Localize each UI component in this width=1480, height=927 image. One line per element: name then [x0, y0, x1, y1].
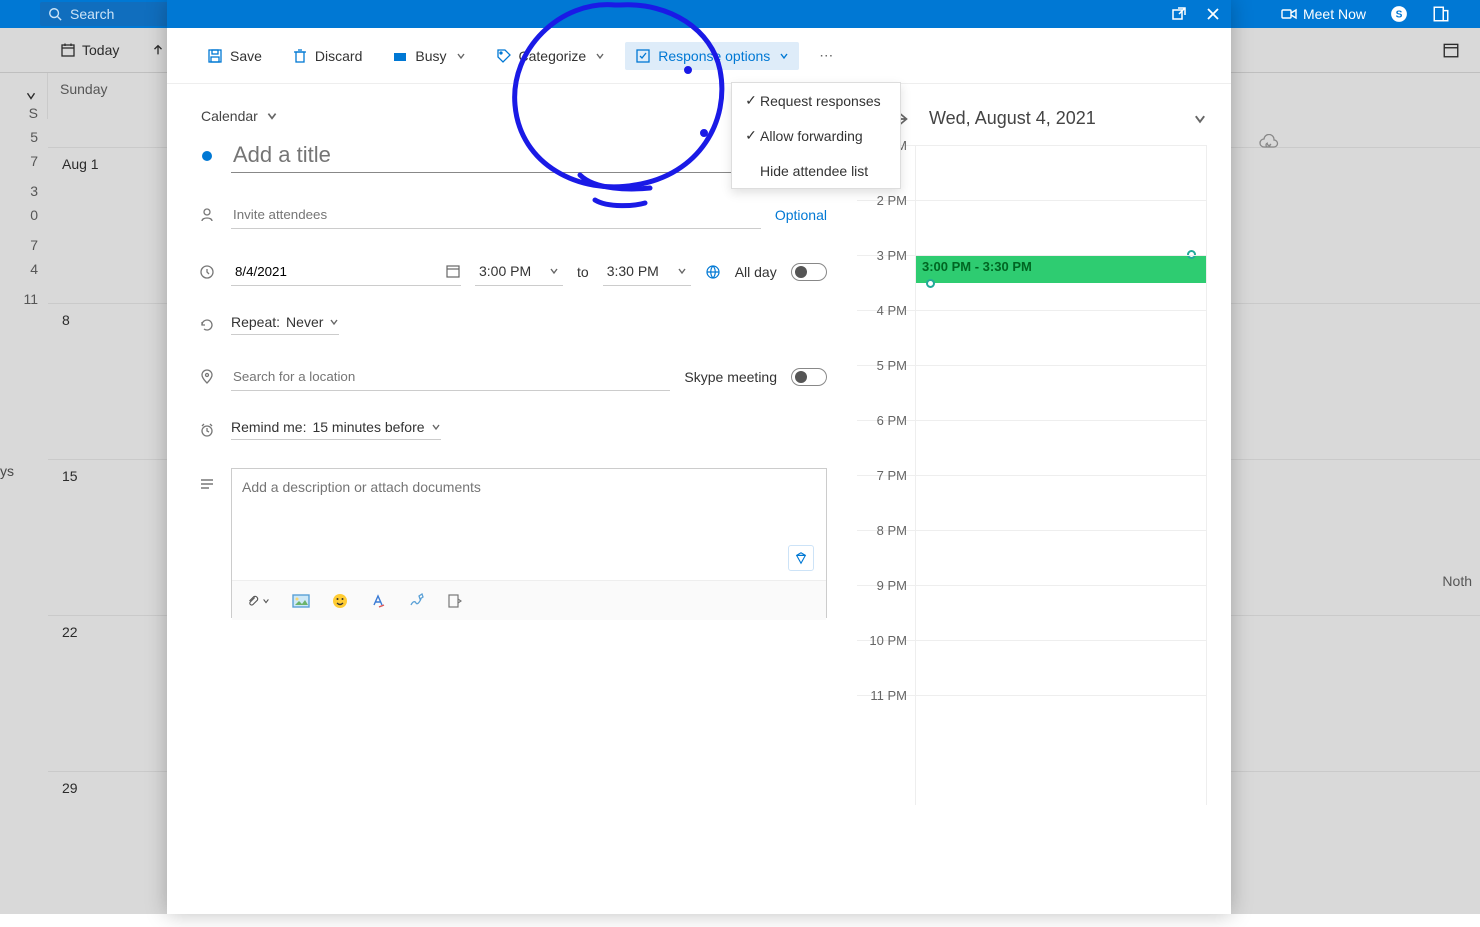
hour-label: 8 PM	[857, 523, 907, 538]
search-icon	[48, 7, 62, 21]
svg-text:S: S	[1396, 9, 1403, 20]
calendar-color-dot	[202, 151, 212, 161]
description-input[interactable]	[232, 469, 826, 577]
location-icon	[199, 369, 215, 385]
skype-icon[interactable]: S	[1390, 5, 1408, 23]
all-day-label: All day	[735, 264, 777, 280]
start-time-picker[interactable]: 3:00 PM	[475, 257, 563, 286]
location-input[interactable]	[231, 363, 670, 391]
reminder-label: Remind me:	[231, 419, 306, 435]
busy-label: Busy	[415, 48, 446, 64]
repeat-icon	[199, 317, 215, 333]
optional-attendees-link[interactable]: Optional	[775, 207, 827, 223]
start-time-value: 3:00 PM	[479, 263, 531, 279]
emoji-button[interactable]	[332, 593, 348, 609]
person-icon	[199, 207, 215, 223]
check-icon: ✓	[742, 127, 760, 144]
chevron-down-icon	[266, 110, 278, 122]
response-options-menu: ✓ Request responses ✓ Allow forwarding H…	[731, 82, 901, 189]
trash-icon	[292, 48, 308, 64]
response-options-label: Response options	[658, 48, 770, 64]
save-label: Save	[230, 48, 262, 64]
text-format-button[interactable]	[370, 593, 386, 609]
check-icon: ✓	[742, 92, 760, 109]
hour-label: 10 PM	[857, 633, 907, 648]
signature-button[interactable]	[408, 593, 424, 609]
timezone-icon[interactable]	[705, 264, 721, 280]
more-actions-button[interactable]: ⋯	[809, 41, 843, 70]
end-time-picker[interactable]: 3:30 PM	[603, 257, 691, 286]
busy-dropdown[interactable]: Busy	[382, 42, 475, 70]
hour-label: 3 PM	[857, 248, 907, 263]
search-placeholder: Search	[70, 6, 114, 22]
hour-label: 7 PM	[857, 468, 907, 483]
close-icon[interactable]	[1205, 6, 1221, 22]
clock-icon	[199, 264, 215, 280]
repeat-value: Never	[286, 314, 323, 330]
date-picker[interactable]	[231, 258, 461, 286]
attendees-input[interactable]	[231, 201, 761, 229]
chevron-down-icon	[262, 597, 270, 605]
dayview-grid[interactable]: 3:00 PM - 3:30 PM 1 PM 2 PM 3 PM 4 PM 5 …	[857, 145, 1207, 805]
menu-item-label: Allow forwarding	[760, 128, 863, 144]
save-button[interactable]: Save	[197, 42, 272, 70]
reminder-value: 15 minutes before	[312, 419, 424, 435]
hour-label: 4 PM	[857, 303, 907, 318]
chevron-down-icon	[779, 51, 789, 61]
description-icon	[199, 476, 215, 492]
end-time-value: 3:30 PM	[607, 263, 659, 279]
menu-item-request-responses[interactable]: ✓ Request responses	[732, 83, 900, 118]
popout-icon[interactable]	[1171, 6, 1187, 22]
categorize-dropdown[interactable]: Categorize	[486, 42, 616, 70]
cloud-sync-icon[interactable]	[1258, 134, 1280, 152]
busy-icon	[392, 48, 408, 64]
save-icon	[207, 48, 223, 64]
discard-label: Discard	[315, 48, 362, 64]
chevron-down-icon	[329, 317, 339, 327]
menu-item-allow-forwarding[interactable]: ✓ Allow forwarding	[732, 118, 900, 153]
hour-label: 5 PM	[857, 358, 907, 373]
menu-item-label: Hide attendee list	[760, 163, 868, 179]
teams-icon[interactable]	[1432, 5, 1450, 23]
discard-button[interactable]: Discard	[282, 42, 372, 70]
all-day-toggle[interactable]	[791, 263, 827, 281]
chevron-down-icon[interactable]	[1193, 112, 1207, 126]
insert-image-button[interactable]	[292, 593, 310, 609]
menu-item-hide-attendees[interactable]: Hide attendee list	[732, 153, 900, 188]
reminder-picker[interactable]: Remind me: 15 minutes before	[231, 419, 441, 440]
chevron-down-icon	[549, 266, 559, 276]
chevron-down-icon	[431, 422, 441, 432]
tag-icon	[496, 48, 512, 64]
attach-button[interactable]	[246, 593, 270, 609]
skype-toggle[interactable]	[791, 368, 827, 386]
new-event-dialog: Save Discard Busy Categorize Response op…	[167, 0, 1231, 914]
meet-now-label: Meet Now	[1303, 6, 1366, 22]
menu-item-label: Request responses	[760, 93, 881, 109]
repeat-label: Repeat:	[231, 314, 280, 330]
repeat-picker[interactable]: Repeat: Never	[231, 314, 339, 335]
chevron-down-icon	[595, 51, 605, 61]
date-input[interactable]	[231, 258, 445, 285]
chevron-down-icon	[677, 266, 687, 276]
to-label: to	[577, 264, 589, 280]
chevron-down-icon	[456, 51, 466, 61]
hour-label: 2 PM	[857, 193, 907, 208]
reminder-icon	[199, 422, 215, 438]
response-options-dropdown[interactable]: Response options	[625, 42, 799, 70]
premium-icon[interactable]	[788, 545, 814, 571]
hour-label: 9 PM	[857, 578, 907, 593]
hour-label: 6 PM	[857, 413, 907, 428]
dayview-date: Wed, August 4, 2021	[929, 108, 1096, 129]
video-icon	[1281, 6, 1297, 22]
categorize-label: Categorize	[519, 48, 587, 64]
skype-meeting-label: Skype meeting	[684, 369, 777, 385]
hour-label: 11 PM	[857, 688, 907, 703]
calendar-icon[interactable]	[445, 263, 461, 279]
event-toolbar: Save Discard Busy Categorize Response op…	[167, 28, 1231, 84]
response-icon	[635, 48, 651, 64]
calendar-picker-label: Calendar	[201, 108, 258, 124]
meet-now-button[interactable]: Meet Now	[1281, 6, 1366, 22]
addin-button[interactable]	[446, 593, 462, 609]
